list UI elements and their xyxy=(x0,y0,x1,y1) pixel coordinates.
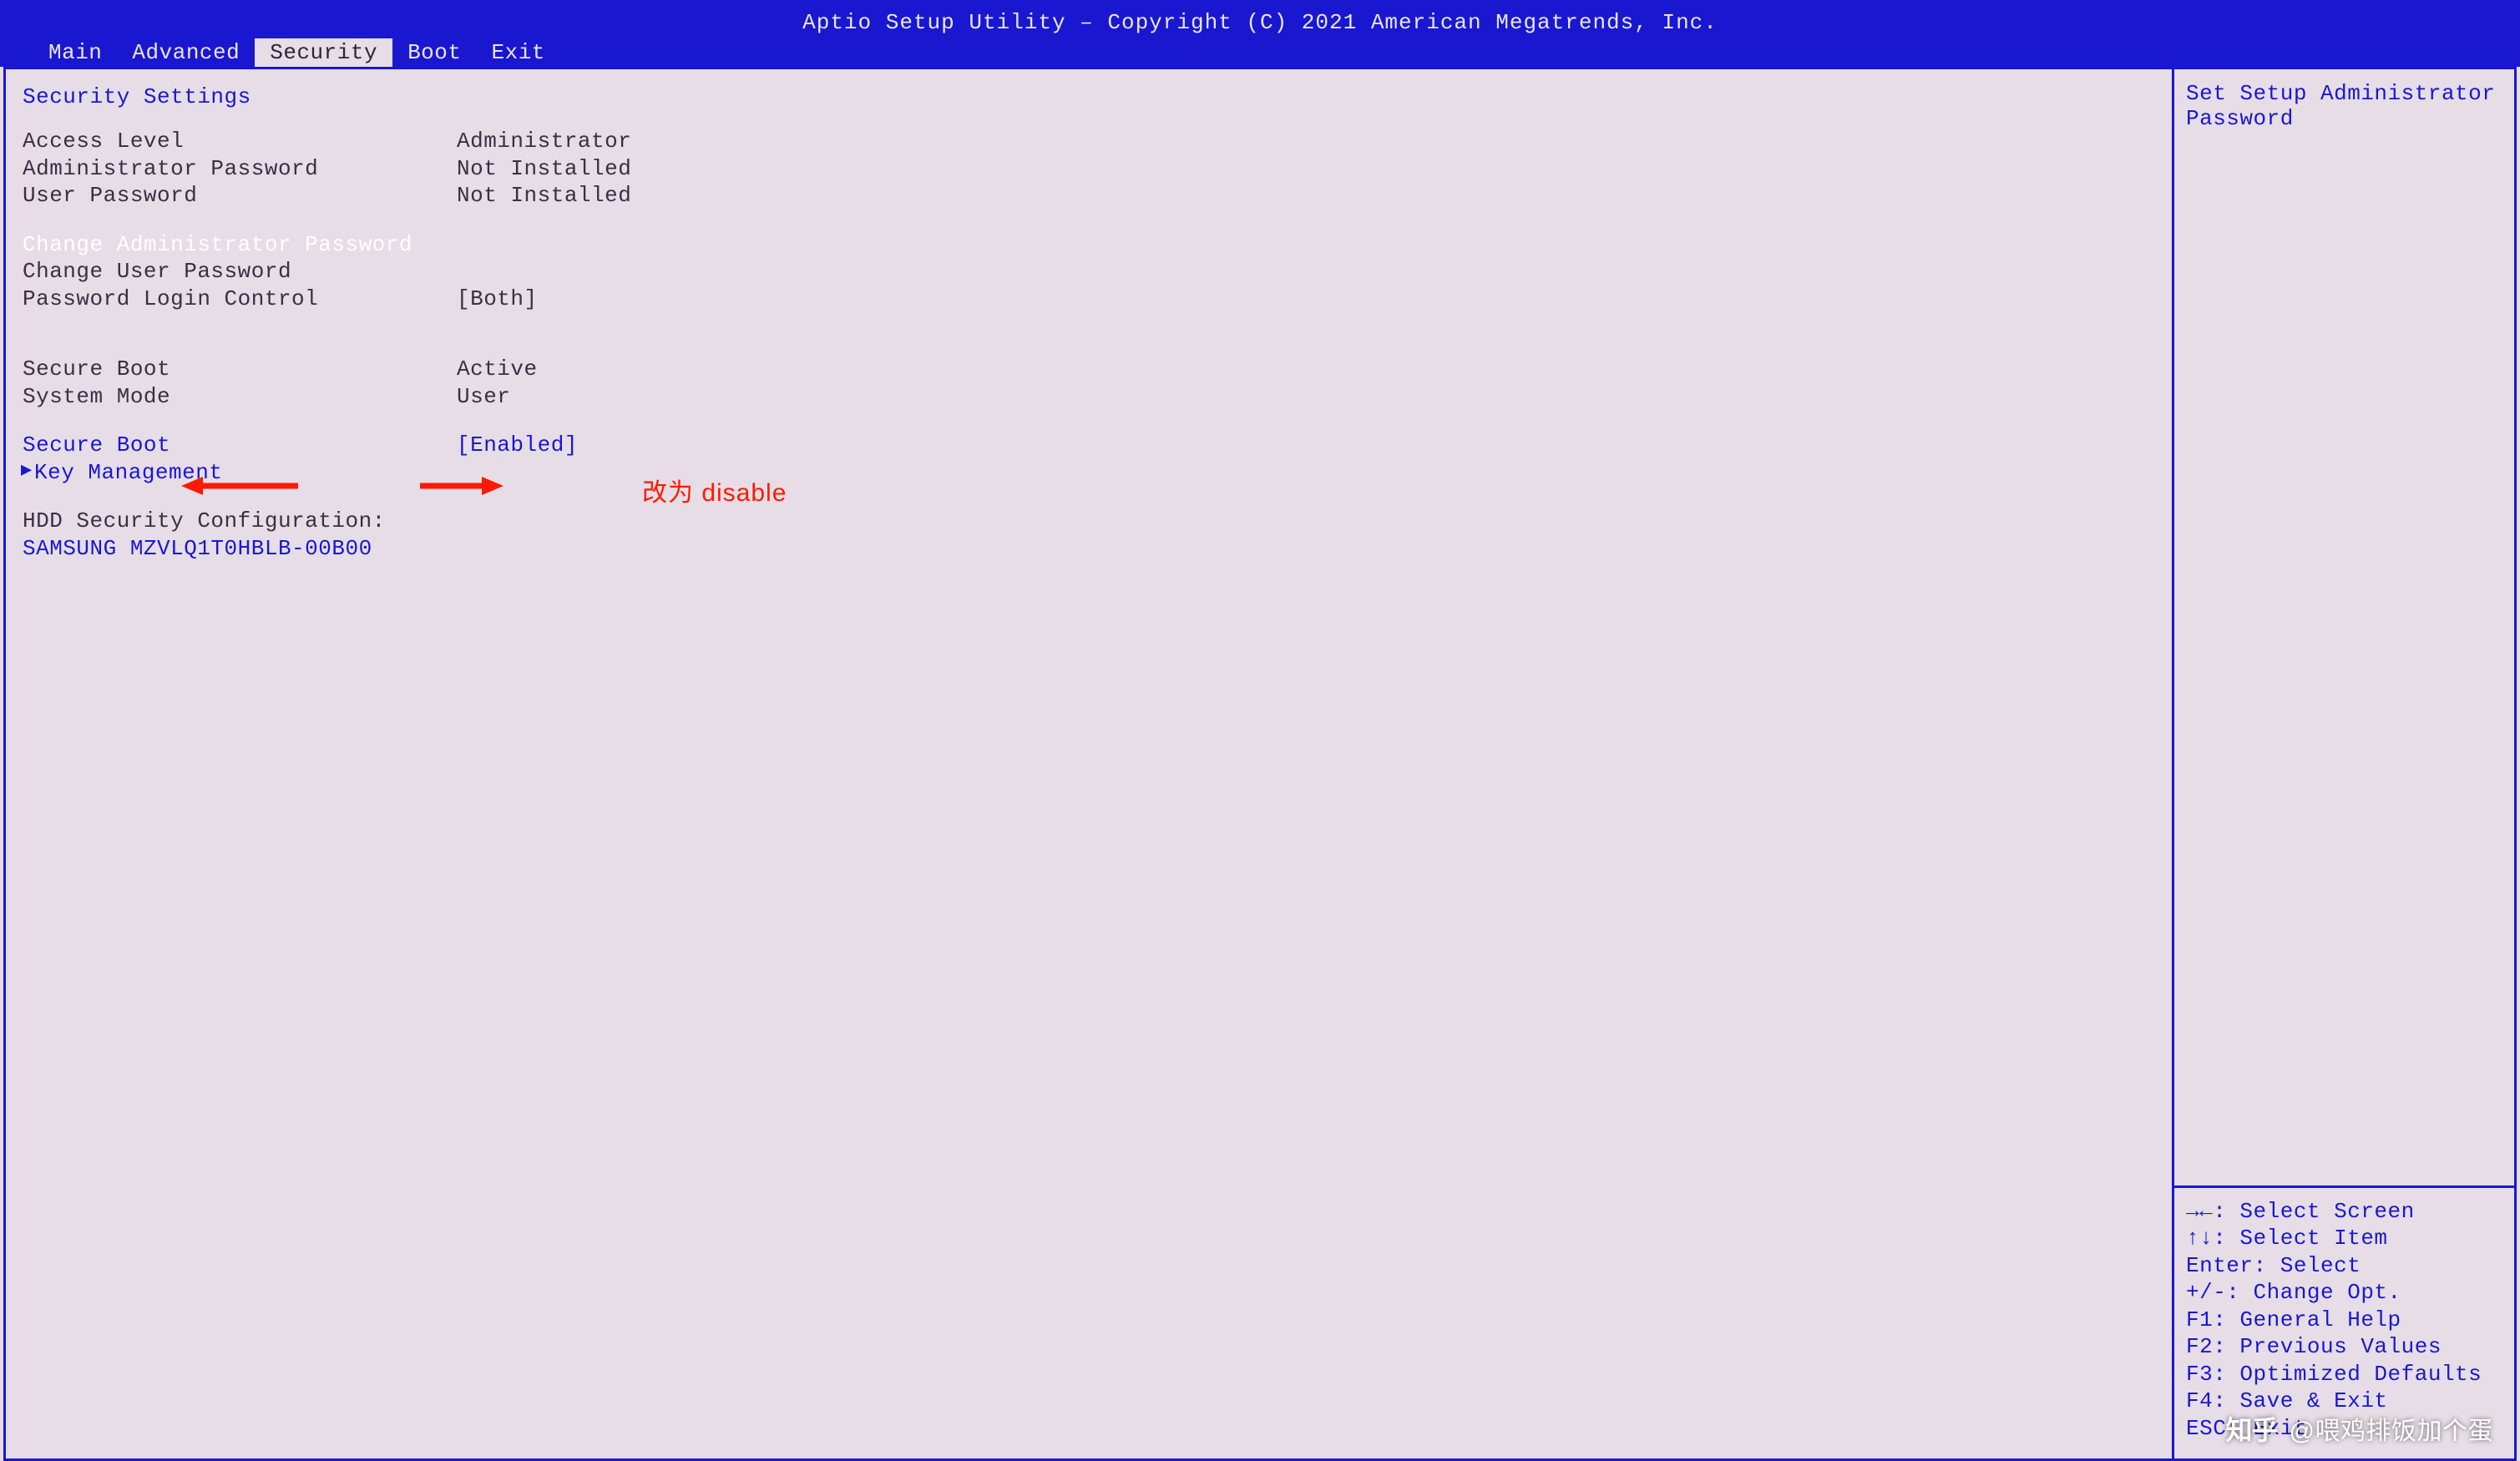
bios-body: Security Settings Access Level Administr… xyxy=(3,67,2517,1461)
row-access-level: Access Level Administrator xyxy=(23,128,2155,155)
value-admin-pw-status: Not Installed xyxy=(457,155,631,183)
tab-main[interactable]: Main xyxy=(33,38,117,67)
label-hdd-sec-heading: HDD Security Configuration: xyxy=(23,508,457,535)
row-change-user-pw[interactable]: Change User Password xyxy=(23,258,2155,286)
row-admin-pw-status: Administrator Password Not Installed xyxy=(23,155,2155,183)
tab-bar: Main Advanced Security Boot Exit xyxy=(0,38,2520,67)
hdd-device-entry[interactable]: SAMSUNG MZVLQ1T0HBLB-00B00 xyxy=(23,535,457,563)
action-change-admin-pw[interactable]: Change Administrator Password xyxy=(23,231,457,259)
settings-pane: Security Settings Access Level Administr… xyxy=(6,69,2172,1458)
value-pw-login-control[interactable]: [Both] xyxy=(457,286,538,313)
value-secure-boot-option[interactable]: [Enabled] xyxy=(457,432,578,459)
value-access-level: Administrator xyxy=(457,128,631,155)
page-heading: Security Settings xyxy=(23,84,2155,109)
tab-exit[interactable]: Exit xyxy=(477,38,560,67)
label-secure-boot-option: Secure Boot xyxy=(23,432,457,459)
label-access-level: Access Level xyxy=(23,128,457,155)
label-system-mode: System Mode xyxy=(23,383,457,411)
bios-header: Aptio Setup Utility – Copyright (C) 2021… xyxy=(0,0,2520,67)
row-key-management[interactable]: ▶ Key Management xyxy=(23,459,2155,487)
row-system-mode: System Mode User xyxy=(23,383,2155,411)
row-hdd-device[interactable]: SAMSUNG MZVLQ1T0HBLB-00B00 xyxy=(23,535,2155,563)
row-hdd-sec-heading: HDD Security Configuration: xyxy=(23,508,2155,535)
value-system-mode: User xyxy=(457,383,510,411)
help-keys: →←: Select Screen ↑↓: Select Item Enter:… xyxy=(2174,1185,2514,1459)
label-secure-boot-state: Secure Boot xyxy=(23,356,457,383)
value-secure-boot-state: Active xyxy=(457,356,538,383)
label-pw-login-control: Password Login Control xyxy=(23,286,457,313)
help-description: Set Setup Administrator Password xyxy=(2174,69,2514,1185)
row-secure-boot-option[interactable]: Secure Boot [Enabled] xyxy=(23,432,2155,459)
label-admin-pw-status: Administrator Password xyxy=(23,155,457,183)
tab-advanced[interactable]: Advanced xyxy=(117,38,255,67)
row-pw-login-control[interactable]: Password Login Control [Both] xyxy=(23,286,2155,313)
value-user-pw-status: Not Installed xyxy=(457,182,631,210)
label-user-pw-status: User Password xyxy=(23,182,457,210)
action-change-user-pw[interactable]: Change User Password xyxy=(23,258,457,286)
row-change-admin-pw[interactable]: Change Administrator Password xyxy=(23,231,2155,259)
help-pane: Set Setup Administrator Password →←: Sel… xyxy=(2172,69,2514,1458)
bios-title: Aptio Setup Utility – Copyright (C) 2021… xyxy=(0,8,2520,38)
tab-security[interactable]: Security xyxy=(255,38,392,67)
action-key-management[interactable]: Key Management xyxy=(23,459,457,487)
tab-boot[interactable]: Boot xyxy=(392,38,476,67)
row-user-pw-status: User Password Not Installed xyxy=(23,182,2155,210)
row-secure-boot-state: Secure Boot Active xyxy=(23,356,2155,383)
submenu-arrow-icon: ▶ xyxy=(21,459,33,483)
